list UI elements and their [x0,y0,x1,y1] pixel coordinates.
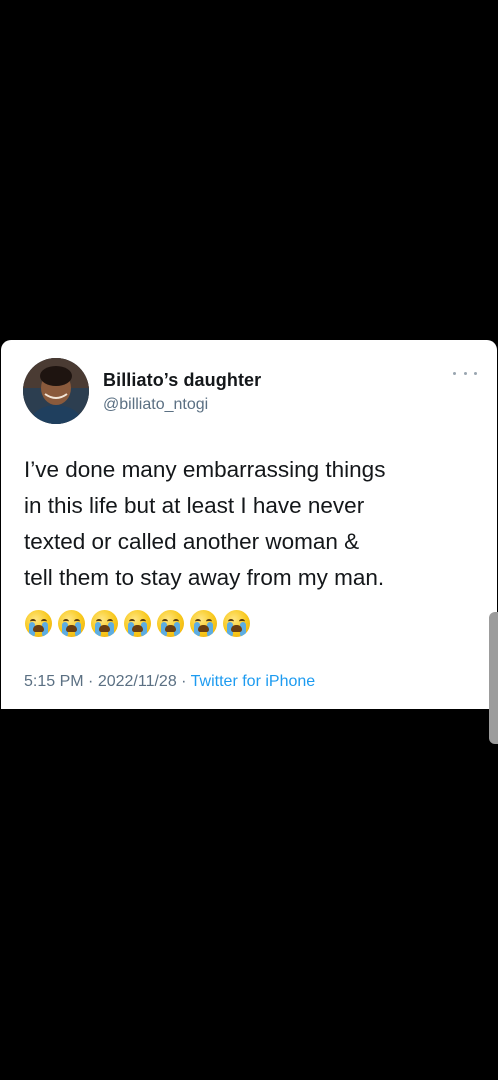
tweet-date[interactable]: 2022/11/28 [98,673,177,690]
display-name[interactable]: Billiato’s daughter [103,370,261,391]
tweet-card[interactable]: Billiato’s daughter @billiato_ntogi I’ve… [1,340,497,709]
avatar[interactable] [23,358,89,424]
scroll-handle[interactable] [489,612,498,744]
tweet-text: I’ve done many embarrassing things in th… [24,457,386,590]
loudly-crying-face-icon [124,610,151,637]
meta-separator: · [181,673,187,690]
meta-separator: · [88,673,94,690]
loudly-crying-face-icon [190,610,217,637]
more-horizontal-icon[interactable] [453,366,477,380]
loudly-crying-face-icon [25,610,52,637]
loudly-crying-face-icon [157,610,184,637]
loudly-crying-face-icon [223,610,250,637]
more-dot [453,371,456,375]
tweet-time[interactable]: 5:15 PM [24,673,84,690]
tweet-source[interactable]: Twitter for iPhone [191,673,316,690]
more-dot [474,371,477,375]
loudly-crying-face-icon [58,610,85,637]
loudly-crying-face-icon [91,610,118,637]
tweet-meta: 5:15 PM · 2022/11/28 · Twitter for iPhon… [24,673,315,691]
more-dot [463,371,467,375]
handle[interactable]: @billiato_ntogi [103,396,208,414]
screen: Billiato’s daughter @billiato_ntogi I’ve… [0,0,498,1080]
avatar-image [23,358,89,424]
emoji-row [25,610,250,637]
